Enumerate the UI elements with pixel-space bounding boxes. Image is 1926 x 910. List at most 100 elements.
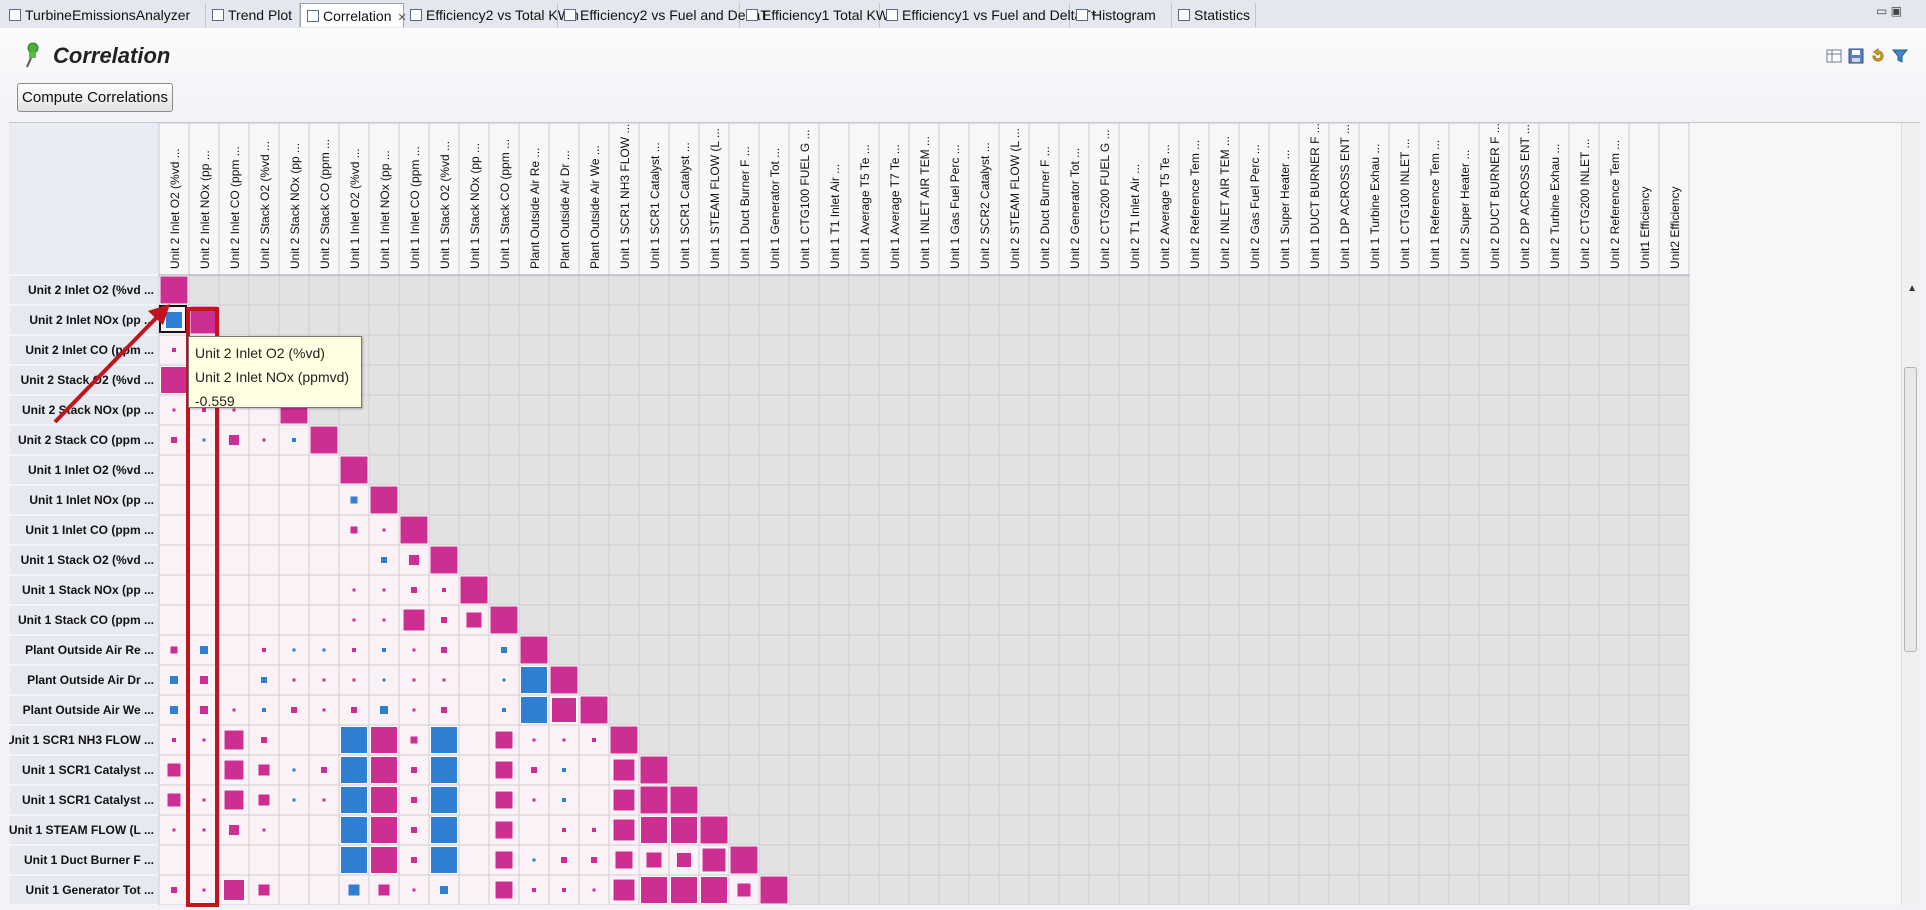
matrix-cell-empty[interactable]	[1328, 814, 1360, 846]
matrix-cell-empty[interactable]	[968, 634, 1000, 666]
matrix-cell[interactable]	[278, 844, 310, 876]
matrix-cell-empty[interactable]	[1568, 364, 1600, 396]
matrix-cell-empty[interactable]	[1178, 574, 1210, 606]
correlation-marker[interactable]	[232, 708, 236, 712]
correlation-marker[interactable]	[340, 756, 368, 784]
matrix-cell-empty[interactable]	[1238, 634, 1270, 666]
correlation-marker[interactable]	[639, 755, 669, 785]
matrix-cell-empty[interactable]	[1508, 754, 1540, 786]
matrix-cell-empty[interactable]	[1178, 424, 1210, 456]
matrix-cell-empty[interactable]	[1538, 664, 1570, 696]
matrix-cell-empty[interactable]	[1208, 874, 1240, 905]
matrix-cell-empty[interactable]	[368, 274, 400, 306]
correlation-marker[interactable]	[200, 706, 208, 714]
matrix-cell[interactable]	[188, 754, 220, 786]
matrix-cell-empty[interactable]	[1598, 514, 1630, 546]
correlation-marker[interactable]	[412, 888, 416, 892]
matrix-cell[interactable]	[458, 874, 490, 905]
matrix-cell-empty[interactable]	[1358, 784, 1390, 816]
matrix-cell-empty[interactable]	[848, 784, 880, 816]
matrix-cell-empty[interactable]	[788, 814, 820, 846]
matrix-cell-empty[interactable]	[1208, 394, 1240, 426]
matrix-cell-empty[interactable]	[1478, 814, 1510, 846]
matrix-cell-empty[interactable]	[908, 784, 940, 816]
matrix-cell-empty[interactable]	[848, 304, 880, 336]
matrix-cell-empty[interactable]	[1058, 364, 1090, 396]
matrix-cell-empty[interactable]	[1058, 544, 1090, 576]
matrix-cell-empty[interactable]	[1118, 484, 1150, 516]
matrix-cell-empty[interactable]	[908, 814, 940, 846]
matrix-cell-empty[interactable]	[1178, 694, 1210, 726]
matrix-cell-empty[interactable]	[518, 364, 550, 396]
matrix-cell-empty[interactable]	[398, 424, 430, 456]
matrix-cell-empty[interactable]	[1628, 334, 1660, 366]
correlation-marker[interactable]	[640, 816, 668, 844]
matrix-cell-empty[interactable]	[1178, 844, 1210, 876]
vertical-scrollbar[interactable]: ▲	[1901, 123, 1920, 905]
correlation-marker[interactable]	[759, 875, 789, 905]
matrix-cell-empty[interactable]	[638, 544, 670, 576]
matrix-cell-empty[interactable]	[1508, 484, 1540, 516]
matrix-cell-empty[interactable]	[1568, 634, 1600, 666]
matrix-cell-empty[interactable]	[1238, 604, 1270, 636]
matrix-cell-empty[interactable]	[818, 304, 850, 336]
matrix-cell-empty[interactable]	[1178, 604, 1210, 636]
matrix-cell-empty[interactable]	[1148, 814, 1180, 846]
matrix-cell-empty[interactable]	[848, 364, 880, 396]
matrix-cell-empty[interactable]	[1598, 544, 1630, 576]
matrix-cell-empty[interactable]	[848, 574, 880, 606]
matrix-cell-empty[interactable]	[428, 394, 460, 426]
matrix-cell[interactable]	[278, 514, 310, 546]
matrix-cell-empty[interactable]	[1148, 484, 1180, 516]
matrix-cell-empty[interactable]	[968, 784, 1000, 816]
matrix-cell-empty[interactable]	[1418, 454, 1450, 486]
matrix-cell-empty[interactable]	[968, 874, 1000, 905]
matrix-cell-empty[interactable]	[608, 604, 640, 636]
matrix-cell-empty[interactable]	[1628, 694, 1660, 726]
matrix-cell-empty[interactable]	[908, 544, 940, 576]
matrix-cell-empty[interactable]	[1268, 364, 1300, 396]
matrix-cell-empty[interactable]	[1568, 754, 1600, 786]
matrix-cell-empty[interactable]	[1478, 604, 1510, 636]
matrix-cell-empty[interactable]	[458, 454, 490, 486]
matrix-cell-empty[interactable]	[548, 544, 580, 576]
matrix-cell-empty[interactable]	[1448, 754, 1480, 786]
matrix-cell-empty[interactable]	[668, 484, 700, 516]
matrix-cell[interactable]	[158, 604, 190, 636]
matrix-cell-empty[interactable]	[1448, 394, 1480, 426]
matrix-cell-empty[interactable]	[698, 754, 730, 786]
matrix-cell-empty[interactable]	[1058, 724, 1090, 756]
matrix-cell-empty[interactable]	[1118, 694, 1150, 726]
matrix-cell-empty[interactable]	[638, 604, 670, 636]
matrix-cell-empty[interactable]	[1448, 664, 1480, 696]
correlation-marker[interactable]	[189, 305, 219, 335]
correlation-marker[interactable]	[412, 678, 416, 682]
matrix-cell-empty[interactable]	[1328, 424, 1360, 456]
correlation-marker[interactable]	[352, 618, 356, 622]
matrix-cell-empty[interactable]	[1238, 544, 1270, 576]
matrix-cell[interactable]	[308, 574, 340, 606]
matrix-cell-empty[interactable]	[1268, 844, 1300, 876]
matrix-cell-empty[interactable]	[668, 304, 700, 336]
matrix-cell[interactable]	[308, 844, 340, 876]
matrix-cell-empty[interactable]	[818, 694, 850, 726]
matrix-cell-empty[interactable]	[908, 424, 940, 456]
matrix-cell-empty[interactable]	[1148, 604, 1180, 636]
matrix-cell-empty[interactable]	[998, 304, 1030, 336]
matrix-cell-empty[interactable]	[1178, 544, 1210, 576]
matrix-cell-empty[interactable]	[1478, 634, 1510, 666]
matrix-cell-empty[interactable]	[1658, 424, 1690, 456]
matrix-cell-empty[interactable]	[1118, 304, 1150, 336]
correlation-marker[interactable]	[202, 828, 206, 832]
matrix-cell-empty[interactable]	[1268, 394, 1300, 426]
matrix-cell-empty[interactable]	[1598, 334, 1630, 366]
matrix-cell-empty[interactable]	[1358, 544, 1390, 576]
matrix-cell-empty[interactable]	[668, 724, 700, 756]
matrix-cell-empty[interactable]	[668, 334, 700, 366]
matrix-cell-empty[interactable]	[1298, 634, 1330, 666]
matrix-cell-empty[interactable]	[1268, 514, 1300, 546]
matrix-cell-empty[interactable]	[728, 394, 760, 426]
correlation-marker[interactable]	[172, 738, 176, 742]
correlation-marker[interactable]	[160, 366, 188, 394]
matrix-cell-empty[interactable]	[1358, 394, 1390, 426]
